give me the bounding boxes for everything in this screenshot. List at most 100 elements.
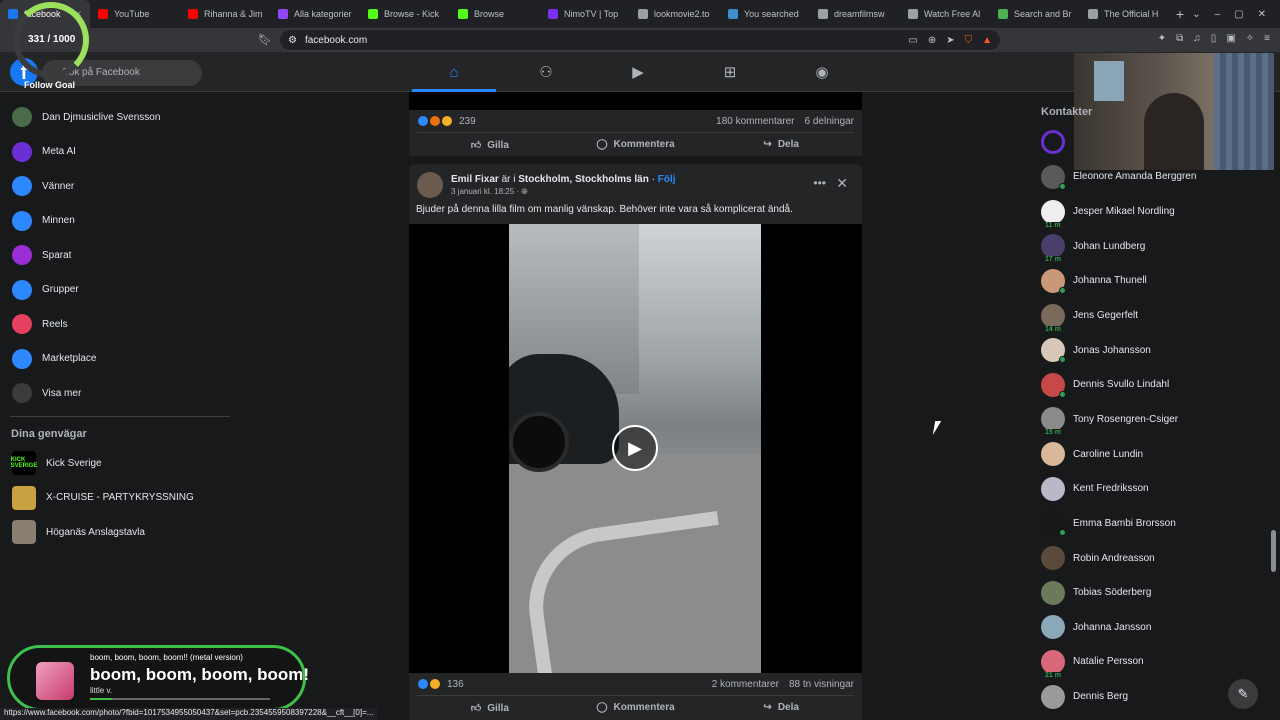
video-icon[interactable]: ▶︎ bbox=[592, 52, 684, 92]
browser-tab[interactable]: Alla kategorier bbox=[270, 0, 360, 28]
browser-tab[interactable]: YouTube bbox=[90, 0, 180, 28]
author-name[interactable]: Emil Fixar bbox=[451, 174, 499, 185]
shortcut-item[interactable]: X-CRUISE - PARTYKRYSSNING bbox=[0, 481, 240, 516]
site-info-icon[interactable]: ⚙︎ bbox=[288, 35, 297, 46]
rewards-icon[interactable]: ▲ bbox=[982, 35, 992, 46]
browser-tab[interactable]: Watch Free Al bbox=[900, 0, 990, 28]
share-arrow-icon: ↪ bbox=[763, 139, 772, 150]
contact-item[interactable]: Eleonore Amanda Berggren bbox=[1040, 160, 1240, 195]
contact-item[interactable]: Jonas Johansson bbox=[1040, 333, 1240, 368]
tab-search-icon[interactable]: ⧉ bbox=[1176, 33, 1183, 44]
sidebar-item[interactable]: Reels bbox=[0, 307, 240, 342]
sidebar-item[interactable]: Minnen bbox=[0, 204, 240, 239]
contact-item[interactable]: 14 m Jens Gegerfelt bbox=[1040, 298, 1240, 333]
browser-tab[interactable]: The Official H bbox=[1080, 0, 1170, 28]
browser-tab[interactable]: NimoTV | Top bbox=[540, 0, 630, 28]
shortcut-item[interactable]: KICK SVERIGE Kick Sverige bbox=[0, 446, 240, 481]
contact-item[interactable]: Johanna Jansson bbox=[1040, 610, 1240, 645]
sidebar-item[interactable]: Meta AI bbox=[0, 135, 240, 170]
sidebar-item[interactable]: Dan Djmusiclive Svensson bbox=[0, 100, 240, 135]
more-options-icon[interactable]: ••• bbox=[813, 176, 826, 190]
sidebar-item[interactable]: Marketplace bbox=[0, 342, 240, 377]
contact-item[interactable]: Caroline Lundin bbox=[1040, 437, 1240, 472]
sidebar-item[interactable]: Vänner bbox=[0, 169, 240, 204]
reaction-count[interactable]: 136 bbox=[447, 679, 464, 690]
share-icon[interactable]: ➤ bbox=[946, 35, 954, 46]
post-date[interactable]: 3 januari kl. 18:25 · 🌐︎ bbox=[451, 187, 676, 197]
contact-item[interactable] bbox=[1040, 125, 1240, 160]
marketplace-icon[interactable]: ⊞ bbox=[684, 52, 776, 92]
contact-item[interactable]: Dennis Berg bbox=[1040, 679, 1240, 714]
post-location[interactable]: Stockholm, Stockholms län bbox=[518, 174, 649, 185]
last-active-badge: 17 m bbox=[1043, 256, 1063, 264]
wallet-icon[interactable]: ▣ bbox=[1226, 33, 1235, 44]
browser-tab[interactable]: Browse - Kick bbox=[360, 0, 450, 28]
contact-item[interactable]: 15 m Tony Rosengren-Csiger bbox=[1040, 402, 1240, 437]
sidebar-icon[interactable]: ▯ bbox=[1211, 33, 1217, 44]
reaction-count[interactable]: 239 bbox=[459, 116, 476, 127]
browser-tab[interactable]: lookmovie2.to bbox=[630, 0, 720, 28]
avatar[interactable] bbox=[417, 172, 443, 198]
bookmark-icon[interactable]: 🔖︎ bbox=[258, 33, 272, 46]
contact-item[interactable]: Dennis Svullo Lindahl bbox=[1040, 367, 1240, 402]
contact-item[interactable]: Johanna Thunell bbox=[1040, 264, 1240, 299]
browser-tab[interactable]: dreamfilmsw bbox=[810, 0, 900, 28]
close-window-icon[interactable]: ✕ bbox=[1258, 9, 1266, 20]
video-player[interactable]: ▶ bbox=[409, 224, 862, 673]
brave-shield-icon[interactable]: ⛉ bbox=[965, 35, 973, 46]
shortcut-item[interactable]: Höganäs Anslagstavla bbox=[0, 515, 240, 550]
comment-button[interactable]: ◯ Kommentera bbox=[563, 702, 709, 713]
leo-icon[interactable]: ✧ bbox=[1246, 33, 1254, 44]
browser-tab[interactable]: Search and Br bbox=[990, 0, 1080, 28]
like-button[interactable]: 👍︎ Gilla bbox=[417, 702, 563, 714]
new-message-button[interactable]: ✎ bbox=[1228, 679, 1258, 709]
comment-count[interactable]: 2 kommentarer bbox=[712, 679, 779, 690]
browser-tab[interactable]: Rihanna & Jim bbox=[180, 0, 270, 28]
maximize-icon[interactable]: ▢ bbox=[1234, 9, 1243, 20]
comment-count[interactable]: 180 kommentarer bbox=[716, 116, 794, 127]
share-count[interactable]: 6 delningar bbox=[805, 116, 854, 127]
menu-icon[interactable]: ≡ bbox=[1264, 33, 1270, 44]
sidebar-item[interactable]: Sparat bbox=[0, 238, 240, 273]
browser-tab[interactable]: Browse bbox=[450, 0, 540, 28]
tab-label: The Official H bbox=[1104, 9, 1159, 19]
contact-name: Jens Gegerfelt bbox=[1073, 310, 1139, 322]
sidebar-item[interactable]: Visa mer bbox=[0, 376, 240, 411]
post-actions: 👍︎ Gilla ◯ Kommentera ↪ Dela bbox=[417, 132, 854, 156]
share-button[interactable]: ↪ Dela bbox=[708, 702, 854, 713]
minimize-icon[interactable]: – bbox=[1215, 9, 1221, 20]
sidebar-item[interactable]: Grupper bbox=[0, 273, 240, 308]
avatar: 15 m bbox=[1041, 407, 1065, 437]
contact-item[interactable]: 17 m Johan Lundberg bbox=[1040, 229, 1240, 264]
zoom-icon[interactable]: ⊕ bbox=[928, 35, 936, 46]
home-icon[interactable]: ⌂ bbox=[408, 52, 500, 92]
sidebar-item-icon bbox=[12, 210, 32, 231]
friends-icon[interactable]: ⚇ bbox=[500, 52, 592, 92]
like-button[interactable]: 👍︎ Gilla bbox=[417, 139, 563, 151]
groups-icon[interactable]: ◉ bbox=[776, 52, 868, 92]
avatar: 17 m bbox=[1041, 234, 1065, 264]
music-icon[interactable]: ♫ bbox=[1193, 33, 1201, 44]
scrollbar[interactable] bbox=[1271, 530, 1276, 572]
follow-button[interactable]: Följ bbox=[658, 174, 676, 185]
new-tab-button[interactable]: + bbox=[1170, 6, 1190, 22]
contact-item[interactable]: 11 m Jesper Mikael Nordling bbox=[1040, 194, 1240, 229]
contact-item[interactable]: Emma Bambi Brorsson bbox=[1040, 506, 1240, 541]
browser-tab[interactable]: You searched bbox=[720, 0, 810, 28]
close-icon[interactable]: ✕ bbox=[836, 175, 848, 192]
tab-favicon-icon bbox=[638, 9, 648, 19]
play-icon[interactable]: ▶ bbox=[612, 425, 658, 471]
contact-item[interactable]: 21 m Natalie Persson bbox=[1040, 645, 1240, 680]
contact-item[interactable]: Kent Fredriksson bbox=[1040, 471, 1240, 506]
tab-label: dreamfilmsw bbox=[834, 9, 885, 19]
video-frame: ▶ bbox=[509, 224, 761, 673]
tab-label: lookmovie2.to bbox=[654, 9, 710, 19]
share-button[interactable]: ↪ Dela bbox=[708, 139, 854, 150]
contact-item[interactable]: Robin Andreasson bbox=[1040, 541, 1240, 576]
extensions-icon[interactable]: ✦ bbox=[1158, 33, 1166, 44]
cast-icon[interactable]: ▭ bbox=[908, 35, 917, 46]
comment-button[interactable]: ◯ Kommentera bbox=[563, 139, 709, 150]
tab-list-icon[interactable]: ⌄ bbox=[1192, 9, 1200, 20]
contact-item[interactable]: Tobias Söderberg bbox=[1040, 575, 1240, 610]
address-bar[interactable]: ⚙︎ facebook.com ▭ ⊕ ➤ ⛉ ▲ bbox=[280, 30, 1000, 50]
